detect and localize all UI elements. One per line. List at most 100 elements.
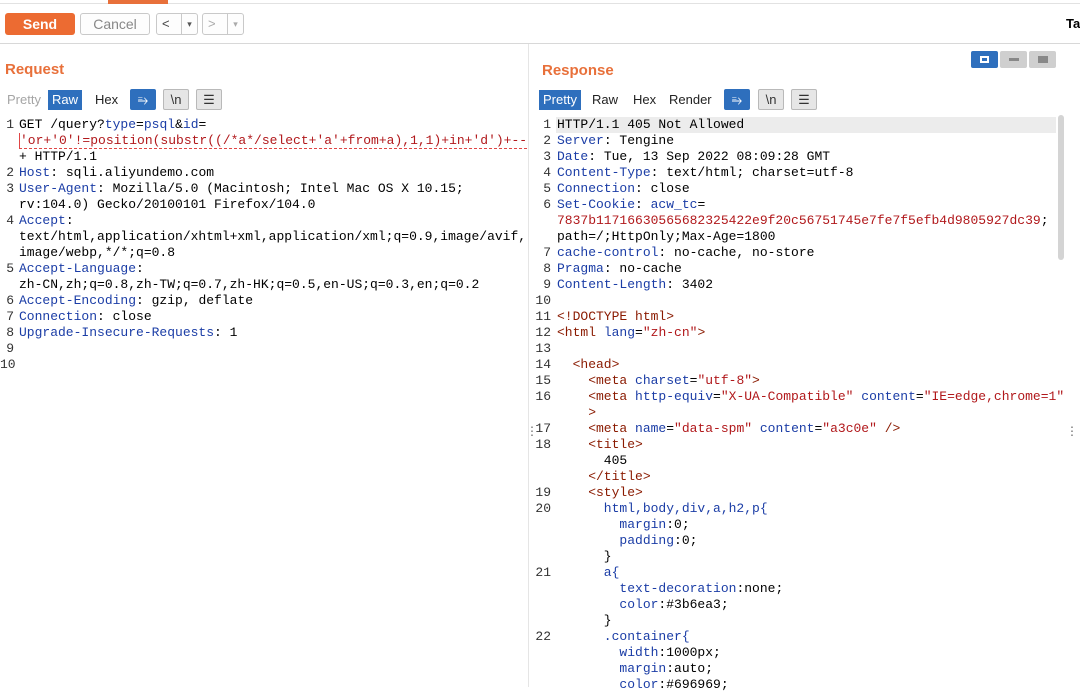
request-tab-pretty[interactable]: Pretty: [3, 90, 45, 110]
response-viewer[interactable]: HTTP/1.1 405 Not Allowed Server: Tengine D…: [557, 117, 1064, 693]
forward-button[interactable]: > ▾: [202, 13, 244, 35]
line-number: [530, 533, 551, 549]
main-toolbar: Send Cancel < ▾ > ▾ Ta: [0, 0, 1080, 44]
layout-side-by-side-button[interactable]: [971, 51, 998, 68]
wrap-lines-icon: ⥱: [137, 92, 149, 107]
code-token: Host: [19, 165, 51, 180]
line-number: [0, 277, 14, 293]
line-number: [530, 613, 551, 629]
code-token: :: [65, 213, 74, 228]
code-token: "a3c0e": [822, 421, 877, 436]
pane-divider[interactable]: [528, 44, 529, 687]
request-tab-raw[interactable]: Raw: [48, 90, 83, 110]
code-token: :0;: [674, 533, 698, 548]
line-number: [530, 453, 551, 469]
code-line: User-Agent: Mozilla/5.0 (Macintosh; Inte…: [19, 181, 527, 197]
code-line: Content-Length: 3402: [557, 277, 1064, 293]
code-token: : 1: [214, 325, 238, 340]
single-pane-icon: [1038, 56, 1048, 63]
back-dropdown-icon[interactable]: ▾: [181, 14, 197, 34]
code-token: Accept-Encoding: [19, 293, 137, 308]
code-line: <title>: [557, 437, 1064, 453]
code-token: image/webp,*/*;q=0.8: [19, 245, 176, 260]
code-token: =: [635, 325, 643, 340]
request-tab-hex[interactable]: Hex: [91, 90, 122, 110]
response-wrap-toggle[interactable]: ⥱: [724, 89, 750, 110]
request-menu-button[interactable]: ☰: [196, 89, 222, 110]
rows-icon: [1009, 58, 1019, 61]
code-token: :: [136, 261, 144, 276]
line-number: 10: [0, 357, 16, 372]
code-line: html,body,div,a,h2,p{: [557, 501, 1064, 517]
code-token: : text/html; charset=utf-8: [650, 165, 854, 180]
code-token: color: [557, 677, 659, 692]
line-number: [0, 229, 14, 245]
code-token: =: [697, 197, 706, 212]
forward-dropdown-icon[interactable]: ▾: [227, 14, 243, 34]
line-number: 8: [6, 325, 14, 340]
response-tab-raw[interactable]: Raw: [588, 90, 622, 110]
code-token: Connection: [19, 309, 98, 324]
line-number: 10: [535, 293, 551, 308]
code-line: <meta http-equiv="X-UA-Compatible" conte…: [557, 389, 1064, 405]
response-tab-pretty[interactable]: Pretty: [539, 90, 581, 110]
code-line: cache-control: no-cache, no-store: [557, 245, 1064, 261]
line-number: [530, 645, 551, 661]
request-editor[interactable]: GET /query?type=psql&id='or+'0'!=positio…: [19, 117, 528, 373]
line-number: 7: [6, 309, 14, 324]
response-menu-button[interactable]: ☰: [791, 89, 817, 110]
line-number: 5: [543, 181, 551, 196]
line-number: 11: [535, 309, 551, 324]
code-token: charset: [635, 373, 690, 388]
line-number: 18: [535, 437, 551, 452]
code-token: &: [175, 117, 183, 132]
code-token: =: [666, 421, 675, 436]
layout-tabs-button[interactable]: [1029, 51, 1056, 68]
code-token: >: [752, 373, 760, 388]
code-line: Accept-Language:: [19, 261, 527, 277]
line-number: 3: [543, 149, 551, 164]
code-token: "X-UA-Compatible": [720, 389, 854, 404]
back-button[interactable]: < ▾: [156, 13, 198, 35]
code-line: <html lang="zh-cn">: [557, 325, 1064, 341]
code-line: margin:auto;: [557, 661, 1064, 677]
code-line: Set-Cookie: acw_tc=: [557, 197, 1064, 213]
code-token: rv:104.0) Gecko/20100101 Firefox/104.0: [19, 197, 316, 212]
code-line: Accept-Encoding: gzip, deflate: [19, 293, 527, 309]
code-token: Upgrade-Insecure-Requests: [19, 325, 215, 340]
layout-stacked-button[interactable]: [1000, 51, 1027, 68]
line-number: [530, 581, 551, 597]
response-newline-toggle[interactable]: \n: [758, 89, 784, 110]
active-tab-indicator[interactable]: [108, 0, 168, 4]
code-line: rv:104.0) Gecko/20100101 Firefox/104.0: [19, 197, 527, 213]
code-token: + HTTP/1.1: [19, 149, 98, 164]
drag-handle-icon[interactable]: ⋮: [1066, 424, 1078, 438]
code-line: width:1000px;: [557, 645, 1064, 661]
code-line: image/webp,*/*;q=0.8: [19, 245, 527, 261]
send-button[interactable]: Send: [5, 13, 75, 35]
code-token: http-equiv: [635, 389, 714, 404]
code-token: <html: [557, 325, 604, 340]
code-token: lang: [603, 325, 636, 340]
request-title: Request: [5, 61, 65, 78]
code-token: Accept-Language: [19, 261, 137, 276]
response-tab-hex[interactable]: Hex: [629, 90, 660, 110]
code-token: "data-spm": [674, 421, 753, 436]
line-number: 4: [543, 165, 551, 180]
line-number: [530, 469, 551, 485]
response-tab-render[interactable]: Render: [665, 90, 716, 110]
request-wrap-toggle[interactable]: ⥱: [130, 89, 156, 110]
response-scrollbar[interactable]: [1058, 115, 1064, 260]
line-number: [0, 149, 14, 165]
line-number: [530, 549, 551, 565]
code-token: margin: [557, 517, 667, 532]
target-label[interactable]: Ta: [1066, 16, 1080, 31]
code-token: : no-cache, no-store: [658, 245, 815, 260]
line-number: 2: [6, 165, 14, 180]
line-number: [530, 661, 551, 677]
cancel-button[interactable]: Cancel: [80, 13, 150, 35]
request-newline-toggle[interactable]: \n: [163, 89, 189, 110]
code-token: =: [915, 389, 924, 404]
